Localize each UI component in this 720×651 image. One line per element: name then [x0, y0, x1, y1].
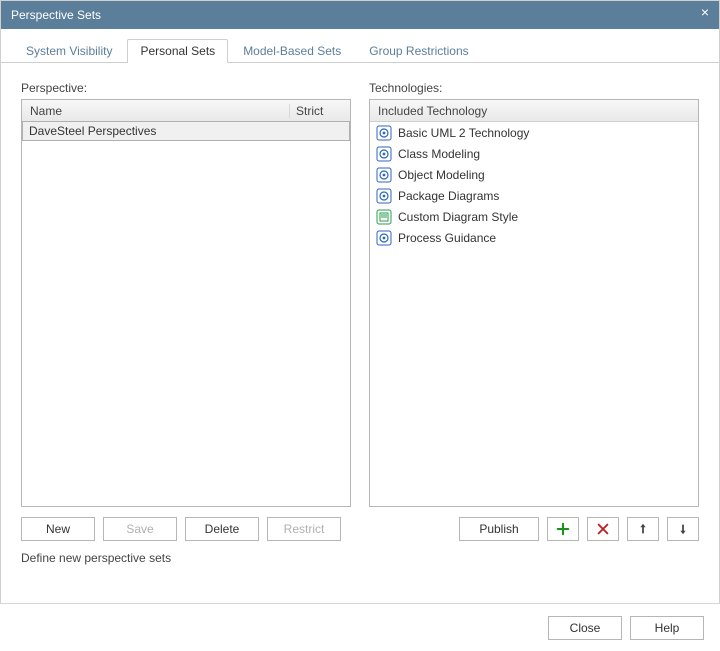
tab-model-based-sets[interactable]: Model-Based Sets: [230, 39, 354, 63]
technology-row-label: Object Modeling: [398, 168, 485, 182]
technology-row[interactable]: Basic UML 2 Technology: [370, 122, 698, 143]
window-title: Perspective Sets: [11, 8, 101, 22]
technologies-column-headers: Included Technology: [370, 100, 698, 122]
status-text: Define new perspective sets: [21, 551, 351, 565]
delete-button[interactable]: Delete: [185, 517, 259, 541]
new-button[interactable]: New: [21, 517, 95, 541]
move-up-button[interactable]: [627, 517, 659, 541]
gear-icon: [376, 188, 392, 204]
perspective-row[interactable]: DaveSteel Perspectives: [22, 121, 350, 141]
hand-up-icon: [636, 522, 650, 536]
perspective-listbox[interactable]: Name Strict DaveSteel Perspectives: [21, 99, 351, 507]
remove-technology-button[interactable]: [587, 517, 619, 541]
close-button[interactable]: Close: [548, 616, 622, 640]
x-icon: [596, 522, 610, 536]
gear-icon: [376, 167, 392, 183]
gear-icon: [376, 125, 392, 141]
technology-row[interactable]: Package Diagrams: [370, 185, 698, 206]
tab-group-restrictions[interactable]: Group Restrictions: [356, 39, 481, 63]
technologies-listbox[interactable]: Included Technology Basic UML 2 Technolo…: [369, 99, 699, 507]
technologies-label: Technologies:: [369, 81, 699, 95]
perspective-panel: Perspective: Name Strict DaveSteel Persp…: [21, 81, 351, 565]
technology-row-label: Class Modeling: [398, 147, 480, 161]
publish-button[interactable]: Publish: [459, 517, 539, 541]
save-button[interactable]: Save: [103, 517, 177, 541]
technology-row-label: Custom Diagram Style: [398, 210, 518, 224]
tab-system-visibility[interactable]: System Visibility: [13, 39, 125, 63]
perspective-column-headers: Name Strict: [22, 100, 350, 122]
technology-row-label: Basic UML 2 Technology: [398, 126, 529, 140]
help-button[interactable]: Help: [630, 616, 704, 640]
technology-row[interactable]: Custom Diagram Style: [370, 206, 698, 227]
technology-row-label: Process Guidance: [398, 231, 496, 245]
dialog-footer: Close Help: [0, 603, 720, 651]
hand-down-icon: [676, 522, 690, 536]
gear-icon: [376, 230, 392, 246]
perspective-button-row: New Save Delete Restrict: [21, 517, 351, 541]
titlebar: Perspective Sets ×: [1, 1, 719, 29]
close-icon[interactable]: ×: [701, 5, 709, 19]
column-header-strict[interactable]: Strict: [290, 104, 350, 118]
technology-row[interactable]: Class Modeling: [370, 143, 698, 164]
move-down-button[interactable]: [667, 517, 699, 541]
technologies-panel: Technologies: Included Technology Basic …: [369, 81, 699, 565]
technologies-button-row: Publish: [369, 517, 699, 541]
column-header-included-technology[interactable]: Included Technology: [370, 104, 698, 118]
document-icon: [376, 209, 392, 225]
tab-strip: System Visibility Personal Sets Model-Ba…: [1, 29, 719, 63]
add-technology-button[interactable]: [547, 517, 579, 541]
technology-row[interactable]: Object Modeling: [370, 164, 698, 185]
perspective-label: Perspective:: [21, 81, 351, 95]
restrict-button[interactable]: Restrict: [267, 517, 341, 541]
content-area: Perspective: Name Strict DaveSteel Persp…: [1, 63, 719, 575]
technology-row[interactable]: Process Guidance: [370, 227, 698, 248]
tab-personal-sets[interactable]: Personal Sets: [127, 39, 228, 63]
technology-row-label: Package Diagrams: [398, 189, 499, 203]
perspective-row-name: DaveSteel Perspectives: [29, 124, 156, 138]
plus-icon: [556, 522, 570, 536]
column-header-name[interactable]: Name: [22, 104, 290, 118]
gear-icon: [376, 146, 392, 162]
